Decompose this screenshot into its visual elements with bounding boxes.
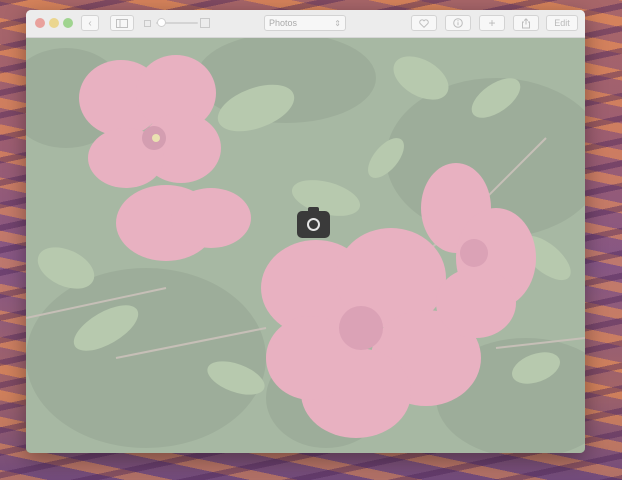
back-button[interactable]: ‹	[81, 15, 99, 31]
album-select[interactable]: Photos ⇕	[264, 15, 346, 31]
zoom-slider[interactable]	[144, 17, 210, 29]
photo-viewer[interactable]	[26, 38, 585, 453]
updown-chevron-icon: ⇕	[334, 18, 341, 28]
sidebar-icon	[116, 18, 128, 28]
album-select-label: Photos	[269, 18, 298, 28]
chevron-left-icon: ‹	[88, 17, 92, 29]
heart-icon	[419, 18, 429, 28]
zoom-out-icon	[144, 20, 151, 27]
camera-icon	[297, 207, 330, 238]
info-button[interactable]	[445, 15, 471, 31]
zoom-button[interactable]	[63, 18, 73, 28]
edit-button-label: Edit	[554, 18, 570, 28]
favorite-button[interactable]	[411, 15, 437, 31]
share-button[interactable]	[513, 15, 539, 31]
zoom-slider-thumb[interactable]	[157, 18, 166, 27]
minimize-button[interactable]	[49, 18, 59, 28]
camera-lens	[307, 218, 320, 231]
close-button[interactable]	[35, 18, 45, 28]
add-button[interactable]: +	[479, 15, 505, 31]
sidebar-toggle-button[interactable]	[110, 15, 134, 31]
info-icon	[453, 18, 463, 28]
photos-window: ‹ Photos ⇕ + Edit	[26, 10, 585, 453]
dim-overlay	[26, 38, 585, 453]
window-toolbar: ‹ Photos ⇕ + Edit	[26, 10, 585, 38]
edit-button[interactable]: Edit	[546, 15, 578, 31]
zoom-in-icon	[200, 18, 210, 28]
plus-icon: +	[488, 16, 496, 30]
share-icon	[522, 17, 530, 28]
